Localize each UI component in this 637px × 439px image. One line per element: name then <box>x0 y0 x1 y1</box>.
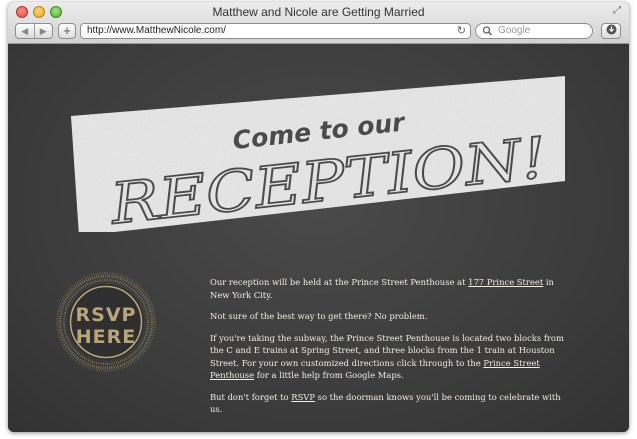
downloads-button[interactable] <box>601 23 621 39</box>
address-bar[interactable]: http://www.MatthewNicole.com/ ↻ <box>80 23 471 39</box>
address-link[interactable]: 177 Prince Street <box>468 277 543 287</box>
reception-details: Our reception will be held at the Prince… <box>210 276 570 425</box>
back-forward-group: ◀ ▶ <box>15 23 53 39</box>
rsvp-line1: RSVP <box>76 304 137 326</box>
rsvp-paragraph: But don't forget to RSVP so the doorman … <box>210 391 561 415</box>
window-title: Matthew and Nicole are Getting Married <box>212 5 425 19</box>
page-content: Come to our RECEPTION! RSVP HERE Our rec… <box>8 44 629 432</box>
new-tab-button[interactable]: + <box>58 23 76 39</box>
forward-button[interactable]: ▶ <box>33 24 53 38</box>
address-bar-url: http://www.MatthewNicole.com/ <box>87 25 226 36</box>
directions-intro: Not sure of the best way to get there? N… <box>210 311 428 321</box>
reload-icon[interactable]: ↻ <box>457 24 466 38</box>
back-button[interactable]: ◀ <box>16 24 34 38</box>
rsvp-line2: HERE <box>76 326 137 348</box>
download-icon <box>606 24 617 38</box>
reception-banner: Come to our RECEPTION! <box>71 76 565 232</box>
search-input[interactable]: Google <box>475 23 593 39</box>
rsvp-badge[interactable]: RSVP HERE <box>56 272 156 372</box>
search-icon <box>482 24 493 43</box>
location-paragraph: Our reception will be held at the Prince… <box>210 277 554 300</box>
browser-window: Matthew and Nicole are Getting Married ⤢… <box>8 2 629 432</box>
subway-paragraph: If you're taking the subway, the Prince … <box>210 332 564 381</box>
browser-titlebar: Matthew and Nicole are Getting Married ⤢… <box>8 2 629 44</box>
search-placeholder: Google <box>498 25 531 36</box>
fullscreen-icon[interactable]: ⤢ <box>613 5 621 16</box>
rsvp-link[interactable]: RSVP <box>291 392 315 402</box>
